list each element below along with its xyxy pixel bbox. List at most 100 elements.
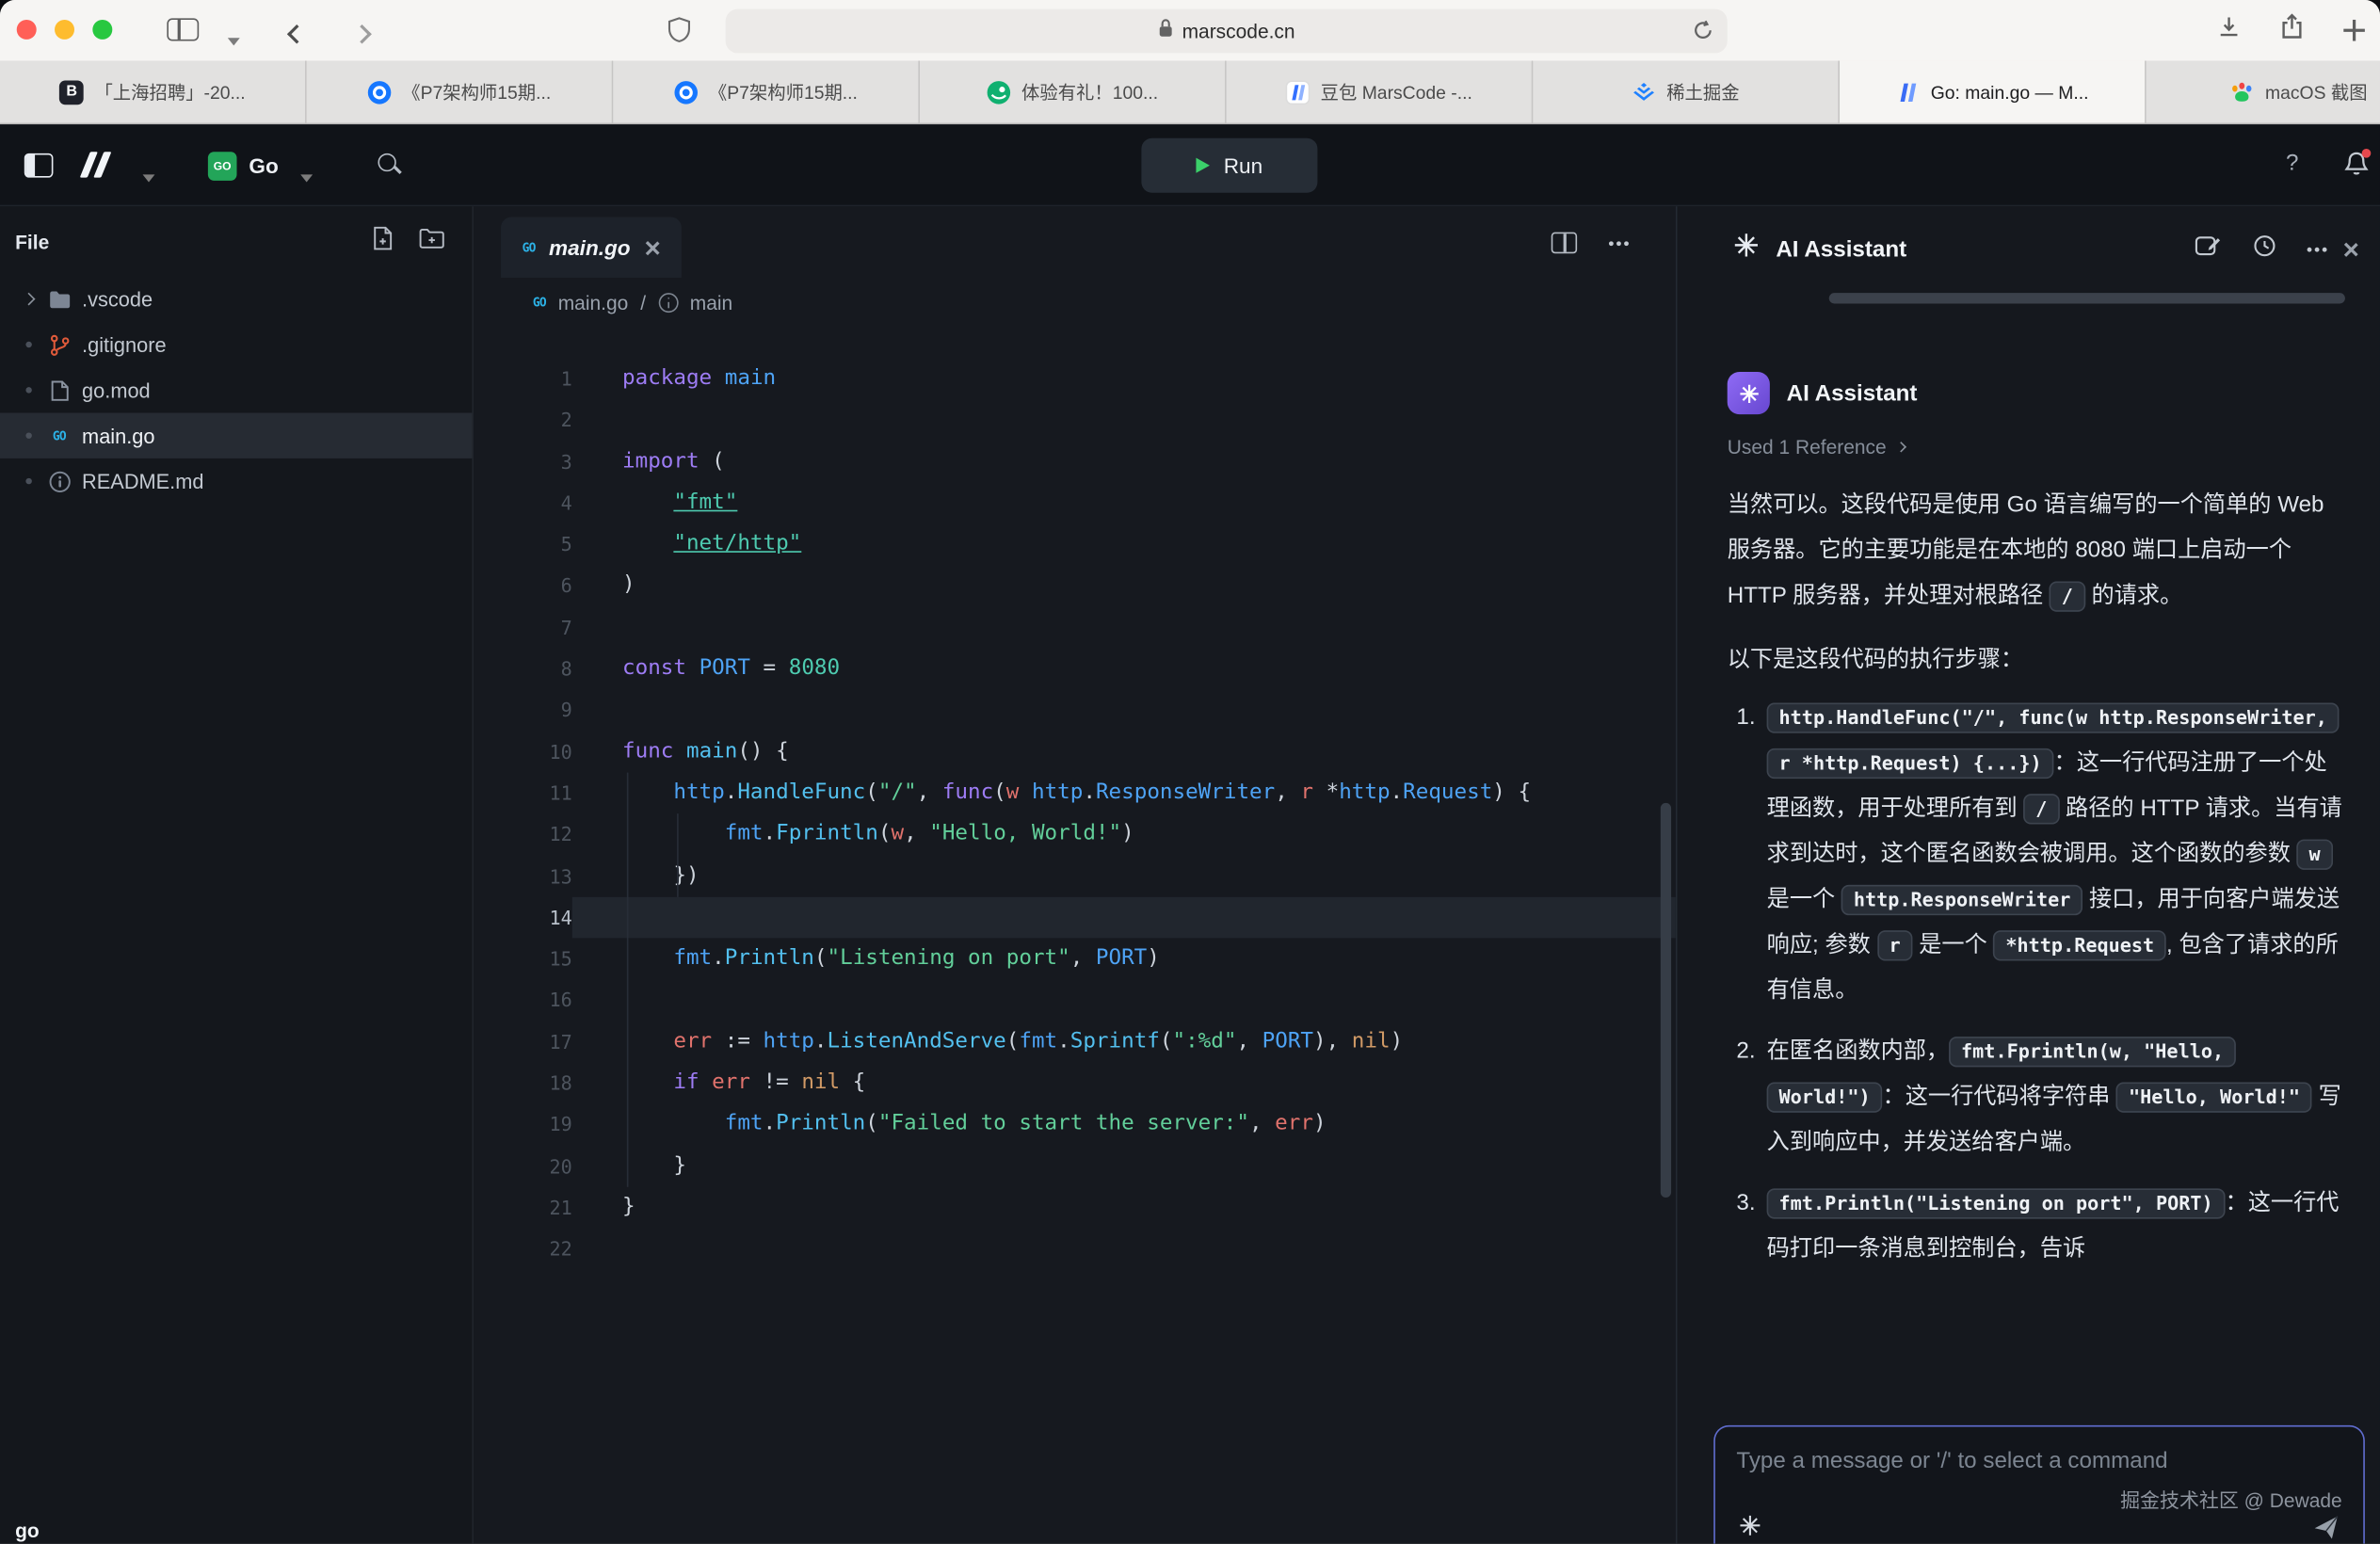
code-line[interactable]: 14	[474, 897, 1676, 939]
inline-code-chip: *http.Request	[1994, 930, 2167, 960]
close-tab-icon[interactable]	[644, 239, 661, 256]
breadcrumb-separator: /	[640, 291, 646, 314]
new-folder-icon[interactable]	[419, 227, 444, 256]
file-item-readme-md[interactable]: README.md	[0, 458, 472, 504]
modified-dot	[15, 387, 40, 393]
help-icon[interactable]: ?	[2286, 151, 2298, 176]
breadcrumb-file[interactable]: main.go	[558, 291, 629, 314]
message-text: 当然可以。这段代码是使用 Go 语言编写的一个简单的 Web 服务器。它的主要功…	[1728, 491, 2324, 608]
line-number: 11	[474, 773, 572, 814]
code-line[interactable]: 16	[474, 980, 1676, 1021]
fullscreen-window-button[interactable]	[92, 20, 112, 40]
chevron-down-icon[interactable]	[143, 163, 155, 190]
address-bar[interactable]: marscode.cn	[726, 9, 1728, 54]
code-line[interactable]: 10func main() {	[474, 732, 1676, 773]
forward-button[interactable]	[355, 22, 369, 49]
line-number: 16	[474, 980, 572, 1021]
marscode-logo-icon[interactable]	[85, 152, 105, 177]
file-item-vscode[interactable]: .vscode	[0, 276, 472, 321]
browser-tab[interactable]: 稀土掘金	[1533, 60, 1840, 122]
code-line[interactable]: 3import (	[474, 442, 1676, 483]
code-line[interactable]: 17 err := http.ListenAndServe(fmt.Sprint…	[474, 1021, 1676, 1063]
new-chat-icon[interactable]	[2195, 233, 2222, 265]
code-line[interactable]: 1package main	[474, 358, 1676, 399]
sidebar-chevron-icon[interactable]	[228, 25, 240, 53]
send-icon[interactable]	[2313, 1515, 2339, 1544]
breadcrumb[interactable]: GO main.go / main	[474, 280, 1676, 325]
code-area[interactable]: 1package main23import (4 "fmt"5 "net/htt…	[474, 358, 1676, 1543]
chat-scrollbar[interactable]	[1829, 293, 2345, 303]
share-icon[interactable]	[2281, 14, 2303, 47]
browser-tab[interactable]: 豆包 MarsCode -...	[1227, 60, 1534, 122]
code-line[interactable]: 6)	[474, 566, 1676, 607]
browser-tab[interactable]: 《P7架构师15期...	[307, 60, 614, 122]
code-line[interactable]: 15 fmt.Println("Listening on port", PORT…	[474, 939, 1676, 980]
notification-dot	[2362, 149, 2372, 158]
message-header: AI Assistant	[1728, 372, 2344, 414]
browser-tab[interactable]: 体验有礼！100...	[920, 60, 1227, 122]
chat-input-box[interactable]: 掘金技术社区 @ Dewade	[1713, 1425, 2365, 1544]
language-chevron-icon[interactable]	[300, 163, 313, 190]
browser-tab[interactable]: macOS 截图	[2147, 60, 2380, 122]
chevron-right-icon[interactable]	[15, 295, 40, 304]
reload-icon[interactable]	[1693, 20, 1714, 49]
code-line[interactable]: 9	[474, 690, 1676, 732]
more-options-icon[interactable]	[2308, 247, 2312, 251]
file-item-gitignore[interactable]: .gitignore	[0, 322, 472, 367]
line-number: 10	[474, 732, 572, 773]
new-file-icon[interactable]	[372, 225, 394, 257]
code-line[interactable]: 8const PORT = 8080	[474, 649, 1676, 690]
editor-tab-maingo[interactable]: GO main.go	[501, 217, 682, 278]
history-icon[interactable]	[2253, 233, 2277, 265]
file-item-main-go[interactable]: GOmain.go	[0, 413, 472, 458]
split-editor-icon[interactable]	[1552, 233, 1577, 254]
code-text	[572, 399, 1676, 441]
line-number: 20	[474, 1146, 572, 1187]
downloads-icon[interactable]	[2217, 15, 2240, 45]
new-tab-icon[interactable]	[2343, 20, 2365, 41]
privacy-shield-icon[interactable]	[667, 17, 690, 50]
code-line[interactable]: 13 })	[474, 856, 1676, 897]
message-input[interactable]	[1736, 1442, 2341, 1479]
panel-toggle-icon[interactable]	[24, 153, 54, 178]
run-button[interactable]: Run	[1141, 138, 1317, 193]
code-line[interactable]: 18 if err != nil {	[474, 1063, 1676, 1104]
symbol-icon	[658, 292, 678, 312]
go-language-badge[interactable]: GO	[208, 152, 237, 181]
search-icon[interactable]	[377, 152, 404, 179]
file-item-go-mod[interactable]: go.mod	[0, 367, 472, 412]
back-button[interactable]	[290, 22, 304, 49]
browser-tab[interactable]: Go: main.go — M...	[1840, 60, 2147, 122]
close-window-button[interactable]	[17, 20, 37, 40]
doubao-favicon	[1286, 80, 1311, 105]
code-line[interactable]: 22	[474, 1229, 1676, 1270]
step-number: 3.	[1736, 1181, 1761, 1272]
code-line[interactable]: 20 }	[474, 1146, 1676, 1187]
inline-code-chip: /	[2023, 794, 2059, 824]
code-line[interactable]: 19 fmt.Println("Failed to start the serv…	[474, 1104, 1676, 1146]
code-text: fmt.Println("Listening on port", PORT)	[572, 939, 1676, 980]
code-line[interactable]: 11 http.HandleFunc("/", func(w http.Resp…	[474, 773, 1676, 814]
editor-scrollbar[interactable]	[1661, 803, 1671, 1198]
close-panel-icon[interactable]	[2342, 241, 2359, 258]
tab-label: 体验有礼！100...	[1021, 79, 1158, 105]
minimize-window-button[interactable]	[55, 20, 74, 40]
code-line[interactable]: 5 "net/http"	[474, 524, 1676, 566]
browser-tab[interactable]: 《P7架构师15期...	[613, 60, 920, 122]
sidebar-toggle-icon[interactable]	[167, 18, 199, 40]
code-line[interactable]: 4 "fmt"	[474, 483, 1676, 524]
ai-sparkle-icon	[1740, 1515, 1761, 1544]
line-number: 15	[474, 939, 572, 980]
line-number: 9	[474, 690, 572, 732]
browser-tab[interactable]: B「上海招聘」-20...	[0, 60, 307, 122]
editor-more-icon[interactable]	[1609, 241, 1614, 246]
code-text: )	[572, 566, 1676, 607]
code-line[interactable]: 2	[474, 399, 1676, 441]
code-line[interactable]: 21}	[474, 1187, 1676, 1229]
reference-link[interactable]: Used 1 Reference	[1728, 436, 2344, 458]
line-number: 5	[474, 524, 572, 566]
code-line[interactable]: 12 fmt.Fprintln(w, "Hello, World!")	[474, 814, 1676, 856]
code-line[interactable]: 7	[474, 607, 1676, 649]
breadcrumb-symbol[interactable]: main	[690, 291, 732, 314]
url-text: marscode.cn	[1182, 20, 1295, 42]
